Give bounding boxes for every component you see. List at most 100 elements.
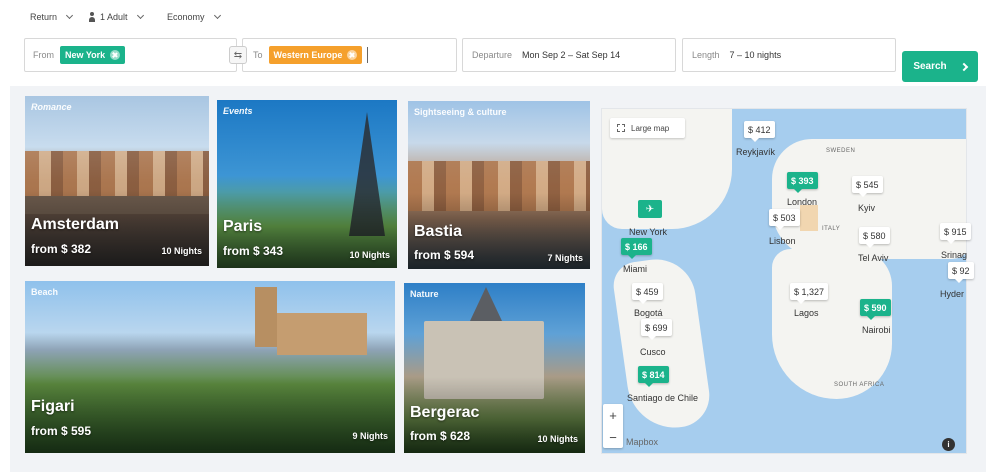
card-city: Bastia bbox=[414, 223, 463, 240]
from-label: From bbox=[33, 50, 54, 60]
map-price-pin[interactable]: $ 814 bbox=[638, 366, 669, 387]
card-category: Beach bbox=[31, 287, 59, 297]
chevron-right-icon bbox=[959, 62, 968, 71]
map-place-label: Kyiv bbox=[858, 203, 876, 213]
trip-type-label: Return bbox=[30, 12, 58, 22]
card-city: Paris bbox=[223, 218, 263, 235]
destination-card-figari[interactable]: Beach Figari from $ 595 9 Nights bbox=[25, 281, 395, 453]
destination-card-bergerac[interactable]: Nature Bergerac from $ 628 10 Nights bbox=[404, 283, 585, 453]
remove-icon[interactable] bbox=[347, 50, 358, 60]
text-caret bbox=[367, 47, 369, 63]
large-map-label: Large map bbox=[631, 123, 670, 133]
zoom-controls: + − bbox=[603, 404, 623, 448]
map-place-label: Tel Aviv bbox=[858, 253, 889, 263]
map-price-pin[interactable]: $ 459 bbox=[632, 283, 663, 304]
expand-icon bbox=[617, 124, 625, 132]
map-price-pin[interactable]: $ 545 bbox=[852, 176, 883, 197]
land-africa bbox=[772, 249, 892, 399]
cabin-label: Economy bbox=[167, 12, 205, 22]
from-field[interactable]: From New York bbox=[24, 38, 237, 72]
map-price-pin[interactable]: $ 699 bbox=[641, 319, 672, 340]
plane-icon: ✈ bbox=[645, 203, 655, 215]
person-icon bbox=[88, 12, 96, 22]
card-category: Romance bbox=[31, 102, 72, 112]
map-attribution: Mapbox bbox=[626, 437, 659, 447]
card-nights: 9 Nights bbox=[352, 431, 388, 441]
map-place-label: Santiago de Chile bbox=[627, 393, 699, 403]
zoom-in-button[interactable]: + bbox=[609, 408, 617, 423]
card-category: Nature bbox=[410, 289, 439, 299]
destination-card-amsterdam[interactable]: Romance Amsterdam from $ 382 10 Nights bbox=[25, 96, 209, 266]
to-label: To bbox=[253, 50, 263, 60]
cabin-select[interactable]: Economy bbox=[167, 11, 247, 22]
card-price: from $ 595 bbox=[31, 424, 92, 438]
map-price-pin[interactable]: $ 166 bbox=[621, 238, 652, 259]
remove-icon[interactable] bbox=[110, 50, 121, 60]
map-place-label: Nairobi bbox=[862, 325, 891, 335]
from-tag[interactable]: New York bbox=[60, 46, 126, 64]
map-place-label: Lisbon bbox=[769, 236, 796, 246]
card-nights: 10 Nights bbox=[349, 250, 390, 260]
trip-options: Return 1 Adult Economy bbox=[30, 11, 247, 22]
map-place-label: Hyder bbox=[940, 289, 965, 299]
map-price-pin[interactable]: $ 1,327 bbox=[790, 283, 829, 304]
card-nights: 10 Nights bbox=[537, 434, 578, 444]
departure-value: Mon Sep 2 – Sat Sep 14 bbox=[522, 50, 621, 60]
departure-label: Departure bbox=[472, 50, 513, 60]
departure-field[interactable]: Departure Mon Sep 2 – Sat Sep 14 bbox=[462, 38, 676, 72]
length-field[interactable]: Length 7 – 10 nights bbox=[682, 38, 896, 72]
to-field[interactable]: To Western Europe bbox=[242, 38, 457, 72]
swap-button[interactable]: ⇆ bbox=[229, 46, 247, 64]
card-category: Sightseeing & culture bbox=[414, 107, 507, 117]
land-south-america bbox=[610, 254, 714, 434]
region-highlight bbox=[800, 205, 818, 231]
map-price-pin[interactable]: $ 580 bbox=[859, 227, 890, 248]
to-tag[interactable]: Western Europe bbox=[268, 46, 363, 64]
map-price-pin[interactable]: $ 915 bbox=[940, 223, 971, 244]
large-map-button[interactable]: Large map bbox=[610, 118, 685, 138]
to-tag-label: Western Europe bbox=[273, 50, 343, 60]
map-place-label: Cusco bbox=[640, 347, 666, 357]
map-price-pin[interactable]: $ 92 bbox=[948, 262, 974, 283]
card-price: from $ 628 bbox=[410, 429, 471, 443]
card-image-detail bbox=[277, 313, 367, 355]
destination-card-bastia[interactable]: Sightseeing & culture Bastia from $ 594 … bbox=[408, 101, 590, 269]
map-price-pin[interactable]: $ 393 bbox=[787, 172, 818, 193]
map-place-label: Bogotá bbox=[634, 308, 663, 318]
info-label: i bbox=[947, 440, 950, 449]
card-image bbox=[255, 287, 277, 347]
trip-type-select[interactable]: Return bbox=[30, 11, 88, 22]
map-region-label: SWEDEN bbox=[826, 148, 856, 154]
card-nights: 7 Nights bbox=[547, 253, 583, 263]
map-price-pin[interactable]: $ 503 bbox=[769, 209, 800, 230]
card-nights: 10 Nights bbox=[161, 246, 202, 256]
map-place-label: London bbox=[787, 197, 818, 207]
card-category: Events bbox=[223, 106, 253, 116]
passengers-select[interactable]: 1 Adult bbox=[88, 11, 167, 22]
map-place-label: Miami bbox=[623, 264, 647, 274]
from-tag-label: New York bbox=[65, 50, 106, 60]
map-price-pin[interactable]: $ 590 bbox=[860, 299, 891, 320]
map-price-pin[interactable]: $ 412 bbox=[744, 121, 775, 142]
length-value: 7 – 10 nights bbox=[729, 50, 782, 60]
search-button[interactable]: Search bbox=[902, 51, 978, 82]
search-button-label: Search bbox=[913, 61, 947, 72]
passengers-label: 1 Adult bbox=[100, 12, 128, 22]
map-region-label: SOUTH AFRICA bbox=[834, 382, 885, 388]
info-icon[interactable]: i bbox=[942, 438, 955, 451]
card-city: Amsterdam bbox=[31, 216, 120, 233]
card-price: from $ 594 bbox=[414, 248, 475, 262]
chevron-down-icon bbox=[65, 11, 74, 20]
origin-plane-pin[interactable]: ✈ bbox=[638, 200, 662, 218]
destination-card-paris[interactable]: Events Paris from $ 343 10 Nights bbox=[217, 100, 397, 268]
zoom-out-button[interactable]: − bbox=[609, 430, 617, 445]
length-label: Length bbox=[692, 50, 720, 60]
card-price: from $ 343 bbox=[223, 244, 284, 258]
card-city: Figari bbox=[31, 398, 75, 415]
card-price: from $ 382 bbox=[31, 242, 92, 256]
map-place-label: Reykjavík bbox=[736, 147, 776, 157]
map-region-label: ITALY bbox=[822, 226, 841, 232]
card-city: Bergerac bbox=[410, 404, 480, 421]
chevron-down-icon bbox=[213, 11, 221, 20]
map-place-label: Lagos bbox=[794, 308, 819, 318]
